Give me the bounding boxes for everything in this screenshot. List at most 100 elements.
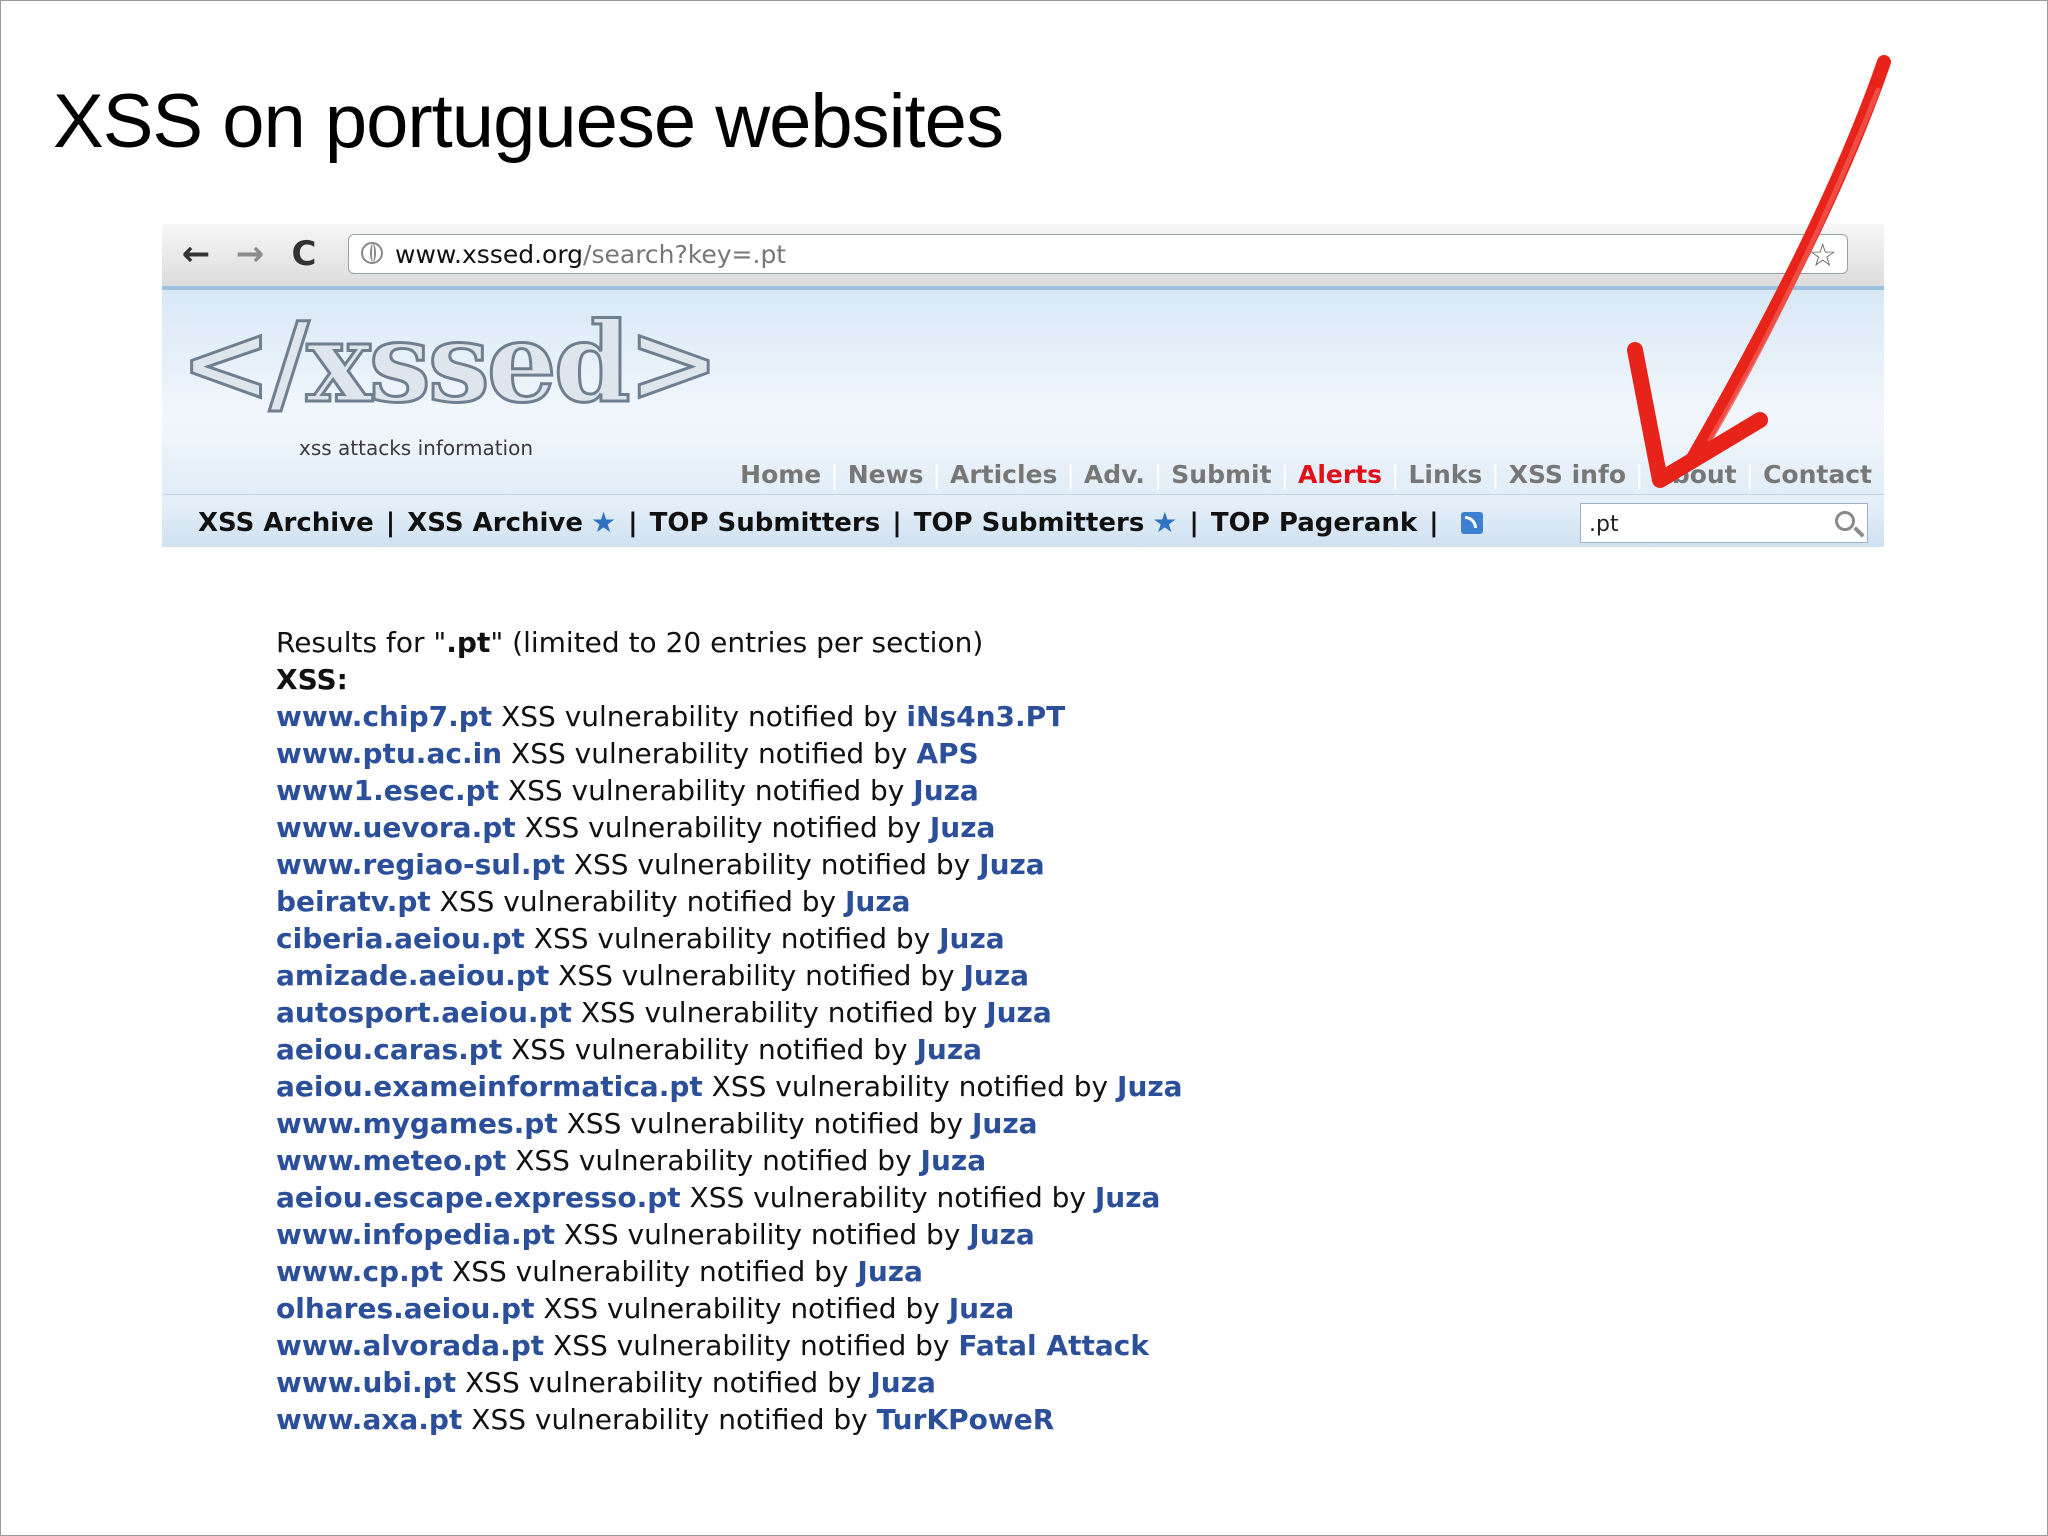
result-middle-text: XSS vulnerability notified by xyxy=(456,1366,871,1399)
result-site-link[interactable]: www1.esec.pt xyxy=(276,774,499,807)
result-row: www.cp.pt XSS vulnerability notified by … xyxy=(276,1253,1183,1290)
result-row: aeiou.caras.pt XSS vulnerability notifie… xyxy=(276,1031,1183,1068)
red-arrow-annotation xyxy=(1627,55,1891,488)
result-author-link[interactable]: Juza xyxy=(870,1366,936,1399)
result-author-link[interactable]: Juza xyxy=(986,996,1052,1029)
result-middle-text: XSS vulnerability notified by xyxy=(492,700,907,733)
result-site-link[interactable]: www.ubi.pt xyxy=(276,1366,456,1399)
result-row: www.chip7.pt XSS vulnerability notified … xyxy=(276,698,1183,735)
result-middle-text: XSS vulnerability notified by xyxy=(557,1107,972,1140)
globe-icon xyxy=(361,242,383,264)
result-middle-text: XSS vulnerability notified by xyxy=(462,1403,877,1436)
result-row: www.axa.pt XSS vulnerability notified by… xyxy=(276,1401,1183,1438)
result-author-link[interactable]: Juza xyxy=(1095,1181,1161,1214)
url-text: www.xssed.org/search?key=.pt xyxy=(395,240,787,269)
result-site-link[interactable]: autosport.aeiou.pt xyxy=(276,996,572,1029)
result-site-link[interactable]: www.regiao-sul.pt xyxy=(276,848,565,881)
reload-icon[interactable]: C xyxy=(284,234,324,274)
result-site-link[interactable]: www.alvorada.pt xyxy=(276,1329,544,1362)
result-author-link[interactable]: TurKPoweR xyxy=(877,1403,1055,1436)
nav-home[interactable]: Home xyxy=(740,460,821,489)
subnav-top-submitters-starred[interactable]: TOP Submitters xyxy=(914,508,1145,538)
result-author-link[interactable]: Juza xyxy=(969,1218,1035,1251)
result-middle-text: XSS vulnerability notified by xyxy=(680,1181,1095,1214)
logo-tagline: xss attacks information xyxy=(299,436,534,460)
result-author-link[interactable]: Juza xyxy=(1117,1070,1183,1103)
result-author-link[interactable]: Juza xyxy=(979,848,1045,881)
result-author-link[interactable]: Juza xyxy=(949,1292,1015,1325)
slide-title: XSS on portuguese websites xyxy=(53,79,1004,164)
nav-links[interactable]: Links xyxy=(1408,460,1482,489)
subnav-xss-archive[interactable]: XSS Archive xyxy=(198,508,374,538)
result-site-link[interactable]: aeiou.caras.pt xyxy=(276,1033,502,1066)
result-author-link[interactable]: Fatal Attack xyxy=(958,1329,1149,1362)
result-site-link[interactable]: aeiou.exameinformatica.pt xyxy=(276,1070,703,1103)
result-middle-text: XSS vulnerability notified by xyxy=(524,922,940,955)
result-author-link[interactable]: Juza xyxy=(916,1033,982,1066)
result-author-link[interactable]: Juza xyxy=(972,1107,1038,1140)
result-author-link[interactable]: Juza xyxy=(930,811,996,844)
result-author-link[interactable]: APS xyxy=(916,737,978,770)
back-arrow-icon[interactable]: ← xyxy=(176,234,216,274)
result-row: olhares.aeiou.pt XSS vulnerability notif… xyxy=(276,1290,1183,1327)
search-results: Results for ".pt" (limited to 20 entries… xyxy=(276,624,1183,1438)
result-site-link[interactable]: amizade.aeiou.pt xyxy=(276,959,549,992)
result-middle-text: XSS vulnerability notified by xyxy=(534,1292,949,1325)
result-row: www.uevora.pt XSS vulnerability notified… xyxy=(276,809,1183,846)
result-author-link[interactable]: Juza xyxy=(939,922,1005,955)
result-row: amizade.aeiou.pt XSS vulnerability notif… xyxy=(276,957,1183,994)
result-row: www.meteo.pt XSS vulnerability notified … xyxy=(276,1142,1183,1179)
result-author-link[interactable]: iNs4n3.PT xyxy=(906,700,1065,733)
result-middle-text: XSS vulnerability notified by xyxy=(443,1255,858,1288)
results-section-heading: XSS: xyxy=(276,663,348,696)
results-summary: Results for ".pt" (limited to 20 entries… xyxy=(276,626,984,659)
result-row: www.ubi.pt XSS vulnerability notified by… xyxy=(276,1364,1183,1401)
nav-submit[interactable]: Submit xyxy=(1171,460,1271,489)
nav-alerts[interactable]: Alerts xyxy=(1298,460,1382,489)
result-author-link[interactable]: Juza xyxy=(964,959,1030,992)
subnav-top-pagerank[interactable]: TOP Pagerank xyxy=(1211,508,1417,538)
search-icon[interactable] xyxy=(1835,511,1855,531)
result-row: www.alvorada.pt XSS vulnerability notifi… xyxy=(276,1327,1183,1364)
result-site-link[interactable]: www.cp.pt xyxy=(276,1255,443,1288)
result-middle-text: XSS vulnerability notified by xyxy=(555,1218,970,1251)
star-icon: ★ xyxy=(1152,506,1178,539)
result-site-link[interactable]: olhares.aeiou.pt xyxy=(276,1292,534,1325)
result-site-link[interactable]: www.meteo.pt xyxy=(276,1144,506,1177)
result-middle-text: XSS vulnerability notified by xyxy=(506,1144,921,1177)
result-row: www.regiao-sul.pt XSS vulnerability noti… xyxy=(276,846,1183,883)
forward-arrow-icon[interactable]: → xyxy=(230,234,270,274)
result-row: autosport.aeiou.pt XSS vulnerability not… xyxy=(276,994,1183,1031)
result-author-link[interactable]: Juza xyxy=(857,1255,923,1288)
subnav-xss-archive-starred[interactable]: XSS Archive xyxy=(407,508,583,538)
result-middle-text: XSS vulnerability notified by xyxy=(502,737,917,770)
result-author-link[interactable]: Juza xyxy=(845,885,911,918)
result-author-link[interactable]: Juza xyxy=(921,1144,987,1177)
result-site-link[interactable]: www.chip7.pt xyxy=(276,700,492,733)
nav-news[interactable]: News xyxy=(848,460,924,489)
result-row: www.infopedia.pt XSS vulnerability notif… xyxy=(276,1216,1183,1253)
result-site-link[interactable]: ciberia.aeiou.pt xyxy=(276,922,525,955)
result-row: ciberia.aeiou.pt XSS vulnerability notif… xyxy=(276,920,1183,957)
result-middle-text: XSS vulnerability notified by xyxy=(515,811,930,844)
rss-icon[interactable] xyxy=(1460,511,1483,534)
result-author-link[interactable]: Juza xyxy=(913,774,979,807)
result-row: www.ptu.ac.in XSS vulnerability notified… xyxy=(276,735,1183,772)
subnav-top-submitters[interactable]: TOP Submitters xyxy=(650,508,881,538)
result-site-link[interactable]: www.uevora.pt xyxy=(276,811,516,844)
result-middle-text: XSS vulnerability notified by xyxy=(544,1329,959,1362)
result-middle-text: XSS vulnerability notified by xyxy=(430,885,846,918)
result-site-link[interactable]: www.ptu.ac.in xyxy=(276,737,502,770)
star-icon: ★ xyxy=(591,506,617,539)
result-site-link[interactable]: beiratv.pt xyxy=(276,885,431,918)
result-middle-text: XSS vulnerability notified by xyxy=(549,959,964,992)
nav-articles[interactable]: Articles xyxy=(950,460,1057,489)
result-site-link[interactable]: aeiou.escape.expresso.pt xyxy=(276,1181,681,1214)
result-row: aeiou.escape.expresso.pt XSS vulnerabili… xyxy=(276,1179,1183,1216)
result-row: www.mygames.pt XSS vulnerability notifie… xyxy=(276,1105,1183,1142)
result-site-link[interactable]: www.mygames.pt xyxy=(276,1107,558,1140)
nav-adv[interactable]: Adv. xyxy=(1084,460,1145,489)
site-logo[interactable]: </xssed> xyxy=(179,297,722,429)
result-site-link[interactable]: www.axa.pt xyxy=(276,1403,462,1436)
result-site-link[interactable]: www.infopedia.pt xyxy=(276,1218,555,1251)
